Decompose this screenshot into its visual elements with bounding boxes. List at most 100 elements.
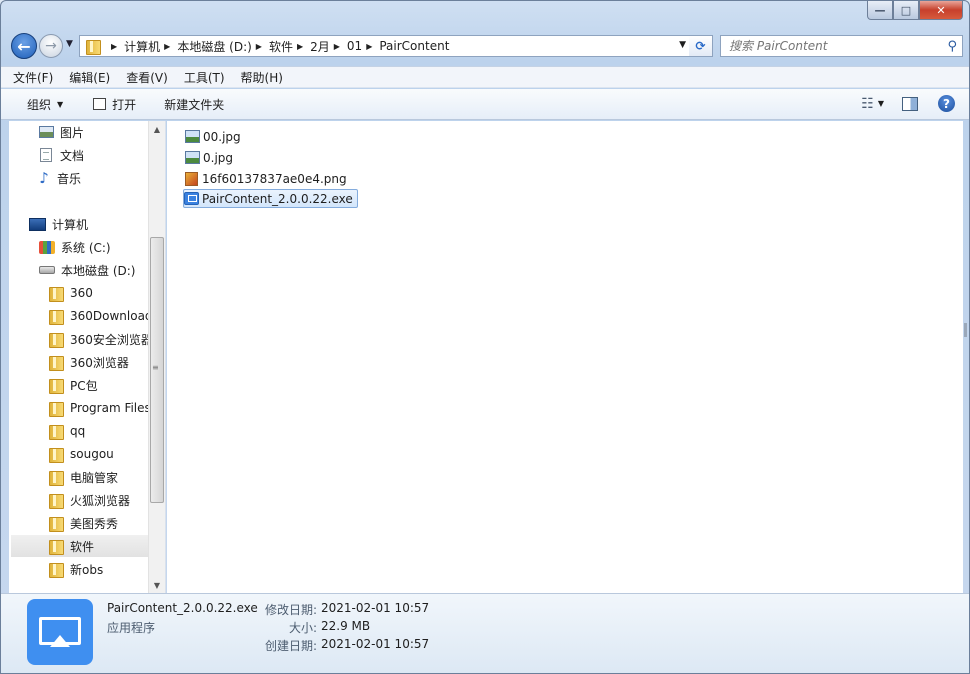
breadcrumb-chevron-icon[interactable]: ▶ <box>366 42 372 51</box>
file-list: 00.jpg 0.jpg 16f60137837ae0e4.png PairCo… <box>167 121 963 593</box>
search-icon[interactable]: ⚲ <box>947 39 957 54</box>
folder-icon <box>49 309 64 325</box>
open-icon <box>93 98 107 110</box>
breadcrumb-item[interactable]: 01 ▶ <box>347 39 379 53</box>
file-item[interactable]: 00.jpg <box>185 127 245 146</box>
sidebar-folder-item[interactable]: 软件 <box>11 535 149 557</box>
breadcrumb-item[interactable]: 软件 ▶ <box>269 38 310 55</box>
details-file-type: 应用程序 <box>107 621 156 635</box>
search-input[interactable] <box>729 39 939 53</box>
sidebar-folder-item[interactable]: 360Download <box>49 305 153 327</box>
folder-icon <box>49 332 64 348</box>
window-edge-grip <box>964 323 967 337</box>
image-file-icon <box>185 130 200 143</box>
scroll-down-icon[interactable]: ▼ <box>149 577 165 593</box>
refresh-button[interactable]: ⟳ <box>689 35 713 57</box>
preview-pane-icon[interactable] <box>902 96 918 111</box>
sidebar-folder-item[interactable]: PC包 <box>49 374 98 396</box>
sidebar-item-documents[interactable]: 文档 <box>40 144 84 166</box>
breadcrumb-item[interactable]: 计算机 ▶ <box>124 38 177 55</box>
folder-icon <box>49 493 64 509</box>
navigation-pane: 图片 文档 ♪ 音乐 计算机 系统 (C:) 本地磁盘 (D:) 360 360Do… <box>9 121 166 593</box>
sidebar-folder-item[interactable]: 电脑管家 <box>49 466 118 488</box>
details-modified-value: 2021-02-01 10:57 <box>321 601 430 615</box>
chevron-down-icon[interactable]: ▼ <box>878 99 884 108</box>
paircontent-app-icon <box>27 599 93 665</box>
breadcrumb-item[interactable]: 2月 ▶ <box>310 38 347 55</box>
sidebar-folder-item[interactable]: qq <box>49 420 85 442</box>
folder-icon <box>49 355 64 371</box>
help-icon[interactable]: ? <box>938 95 955 112</box>
details-created-value: 2021-02-01 10:57 <box>321 637 430 651</box>
breadcrumb-chevron-icon[interactable]: ▶ <box>297 42 303 51</box>
image-file-icon <box>185 151 200 164</box>
folder-icon <box>49 401 64 417</box>
sidebar-item-music[interactable]: ♪ 音乐 <box>37 167 81 189</box>
file-item[interactable]: 16f60137837ae0e4.png <box>185 169 351 188</box>
png-file-icon <box>185 171 198 186</box>
sidebar-folder-item[interactable]: sougou <box>49 443 114 465</box>
explorer-window: — □ ✕ ← → ▼ ▶ 计算机 ▶ 本地磁盘 (D:) ▶ 软件 ▶ 2月 ▶ 01… <box>0 0 970 674</box>
folder-icon <box>49 378 64 394</box>
breadcrumb-item[interactable]: 本地磁盘 (D:) ▶ <box>177 38 269 55</box>
breadcrumb-chevron-icon[interactable]: ▶ <box>111 42 117 51</box>
file-item-selected[interactable]: PairContent_2.0.0.22.exe <box>183 189 358 208</box>
breadcrumb-chevron-icon[interactable]: ▶ <box>164 42 170 51</box>
details-size-label: 大小: <box>288 621 317 635</box>
sidebar-folder-item[interactable]: 360 <box>49 282 93 304</box>
search-box[interactable]: ⚲ <box>720 35 963 57</box>
sidebar-folder-item[interactable]: 火狐浏览器 <box>49 489 130 511</box>
menu-edit[interactable]: 编辑(E) <box>67 69 112 86</box>
details-created-label: 创建日期: <box>264 639 317 653</box>
back-button[interactable]: ← <box>11 33 37 59</box>
organize-label: 组织 <box>27 97 52 112</box>
picture-icon <box>39 126 54 138</box>
breadcrumb-chevron-icon[interactable]: ▶ <box>256 42 262 51</box>
details-size-value: 22.9 MB <box>321 619 371 633</box>
maximize-button[interactable]: □ <box>893 1 919 20</box>
breadcrumb-item[interactable]: PairContent <box>379 39 449 53</box>
sidebar-folder-item[interactable]: 新obs <box>49 558 103 580</box>
exe-file-icon <box>184 192 199 205</box>
refresh-icon: ⟳ <box>695 39 706 53</box>
view-options-icon[interactable]: ☷ <box>861 96 874 112</box>
sidebar-folder-item[interactable]: 360浏览器 <box>49 351 129 373</box>
sidebar-item-drive-d[interactable]: 本地磁盘 (D:) <box>39 259 135 281</box>
grip-icon: ≡ <box>152 363 159 372</box>
sidebar-folder-item[interactable]: Program Files <box>49 397 151 419</box>
minimize-button[interactable]: — <box>867 1 893 20</box>
drive-icon <box>39 266 55 274</box>
breadcrumb-chevron-icon[interactable]: ▶ <box>334 42 340 51</box>
folder-icon <box>49 447 64 463</box>
scroll-up-icon[interactable]: ▲ <box>149 121 165 137</box>
folder-icon <box>49 286 64 302</box>
command-bar: 组织 ▼ 打开 新建文件夹 ☷ ▼ ? <box>1 89 969 120</box>
details-pane: PairContent_2.0.0.22.exe 应用程序 修改日期: 2021… <box>1 593 969 673</box>
close-button[interactable]: ✕ <box>919 1 963 20</box>
folder-icon <box>49 562 64 578</box>
address-dropdown-icon[interactable]: ▼ <box>679 40 686 50</box>
forward-button[interactable]: → <box>39 34 63 58</box>
new-folder-label: 新建文件夹 <box>164 97 225 112</box>
computer-icon <box>29 217 46 231</box>
organize-button[interactable]: 组织 ▼ <box>21 96 69 113</box>
menu-view[interactable]: 查看(V) <box>124 69 170 86</box>
chevron-down-icon: ▼ <box>57 99 64 109</box>
menu-tools[interactable]: 工具(T) <box>182 69 227 86</box>
recent-pages-dropdown[interactable]: ▼ <box>66 39 73 49</box>
address-bar[interactable]: ▶ 计算机 ▶ 本地磁盘 (D:) ▶ 软件 ▶ 2月 ▶ 01 ▶ PairConten… <box>79 35 693 57</box>
sidebar-item-drive-c[interactable]: 系统 (C:) <box>39 236 111 258</box>
new-folder-button[interactable]: 新建文件夹 <box>158 96 230 113</box>
details-file-name: PairContent_2.0.0.22.exe <box>107 601 258 615</box>
navigation-scrollbar[interactable]: ▲ ≡ ▼ <box>148 121 165 593</box>
menu-help[interactable]: 帮助(H) <box>239 69 285 86</box>
sidebar-folder-item[interactable]: 美图秀秀 <box>49 512 118 534</box>
file-item[interactable]: 0.jpg <box>185 148 237 167</box>
folder-icon <box>49 539 64 555</box>
sidebar-folder-item[interactable]: 360安全浏览器 <box>49 328 153 350</box>
open-button[interactable]: 打开 <box>87 96 142 113</box>
menu-file[interactable]: 文件(F) <box>11 69 55 86</box>
sidebar-item-computer[interactable]: 计算机 <box>29 213 88 235</box>
music-icon: ♪ <box>39 169 49 187</box>
sidebar-item-pictures[interactable]: 图片 <box>39 121 84 143</box>
